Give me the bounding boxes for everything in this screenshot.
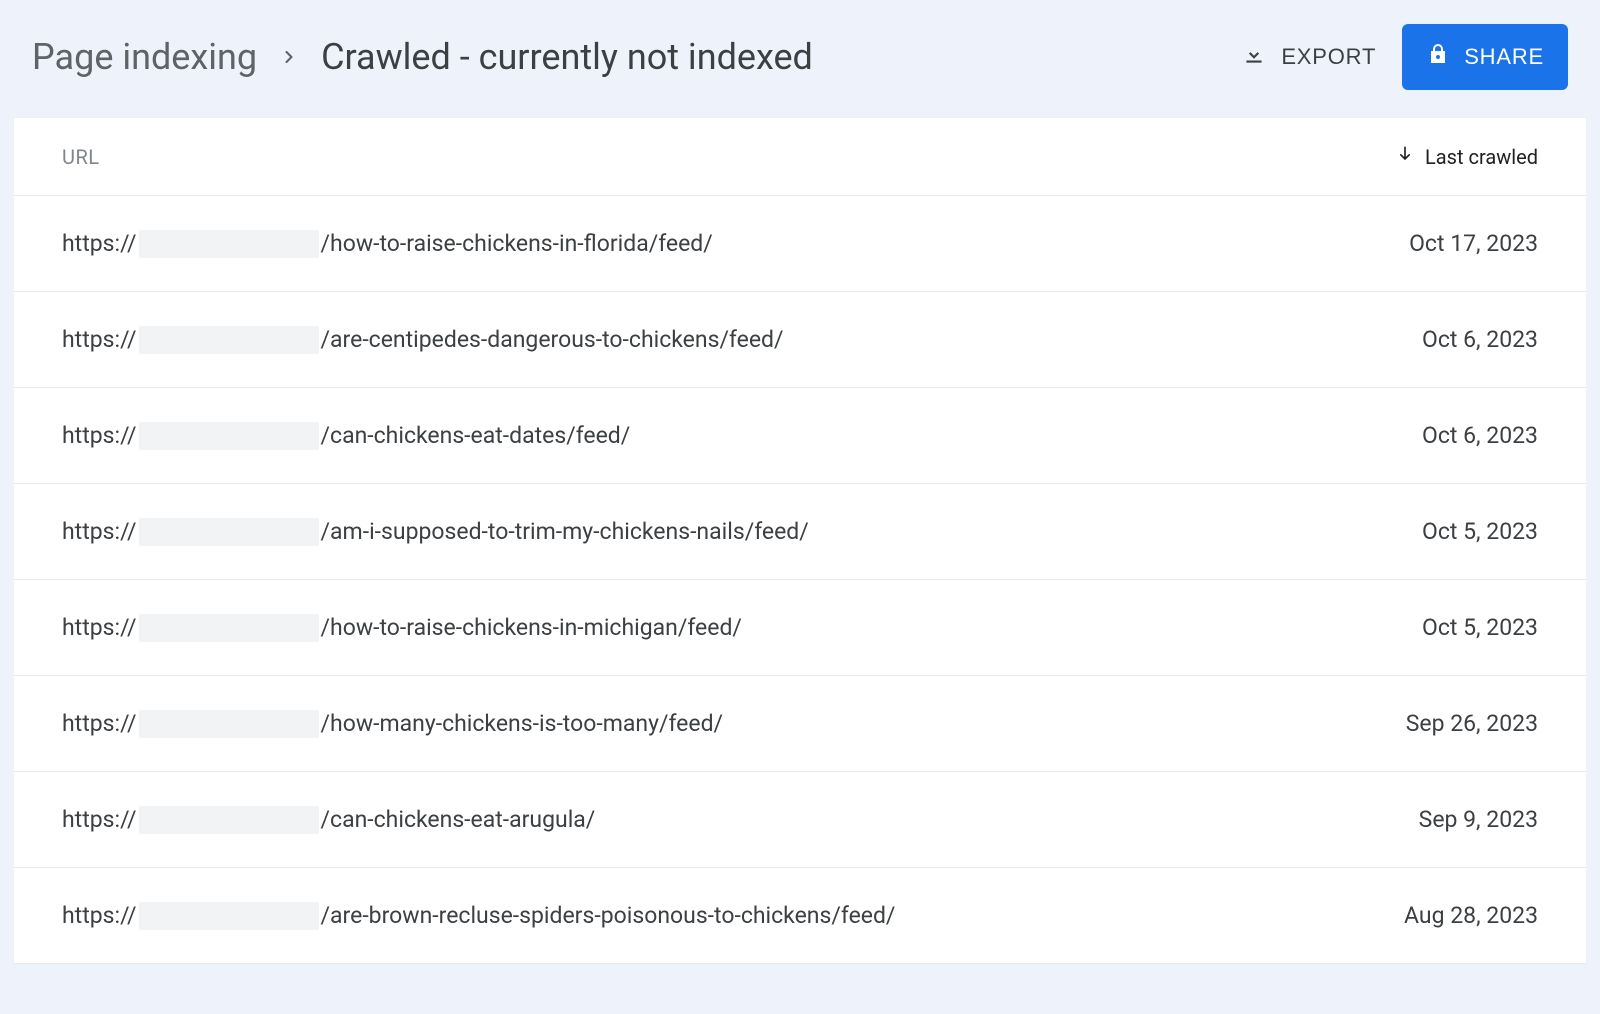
url-prefix: https:// bbox=[62, 806, 137, 833]
column-header-url[interactable]: URL bbox=[62, 145, 1395, 169]
table-row[interactable]: https:// /are-brown-recluse-spiders-poiso… bbox=[14, 868, 1586, 964]
table-row[interactable]: https:// /how-to-raise-chickens-in-michig… bbox=[14, 580, 1586, 676]
redacted-domain bbox=[139, 326, 319, 354]
url-prefix: https:// bbox=[62, 326, 137, 353]
last-crawled-cell: Sep 9, 2023 bbox=[1419, 806, 1538, 833]
share-button[interactable]: SHARE bbox=[1402, 24, 1568, 90]
table-row[interactable]: https:// /can-chickens-eat-dates/feed/Oct… bbox=[14, 388, 1586, 484]
redacted-domain bbox=[139, 902, 319, 930]
table-row[interactable]: https:// /am-i-supposed-to-trim-my-chicke… bbox=[14, 484, 1586, 580]
table-row[interactable]: https:// /can-chickens-eat-arugula/Sep 9,… bbox=[14, 772, 1586, 868]
url-path: /can-chickens-eat-dates/feed/ bbox=[321, 422, 631, 449]
last-crawled-cell: Oct 5, 2023 bbox=[1422, 614, 1538, 641]
last-crawled-cell: Oct 5, 2023 bbox=[1422, 518, 1538, 545]
share-label: SHARE bbox=[1464, 44, 1544, 70]
url-prefix: https:// bbox=[62, 230, 137, 257]
table-body: https:// /how-to-raise-chickens-in-florid… bbox=[14, 196, 1586, 964]
redacted-domain bbox=[139, 710, 319, 738]
url-cell: https:// /can-chickens-eat-dates/feed/ bbox=[62, 422, 1422, 450]
chevron-right-icon bbox=[279, 43, 299, 71]
redacted-domain bbox=[139, 518, 319, 546]
redacted-domain bbox=[139, 230, 319, 258]
url-prefix: https:// bbox=[62, 710, 137, 737]
url-cell: https:// /are-brown-recluse-spiders-poiso… bbox=[62, 902, 1404, 930]
last-crawled-cell: Aug 28, 2023 bbox=[1404, 902, 1538, 929]
lock-icon bbox=[1426, 42, 1450, 72]
sort-descending-icon bbox=[1395, 144, 1415, 169]
table-row[interactable]: https:// /how-many-chickens-is-too-many/f… bbox=[14, 676, 1586, 772]
url-path: /are-centipedes-dangerous-to-chickens/fe… bbox=[321, 326, 784, 353]
url-path: /how-many-chickens-is-too-many/feed/ bbox=[321, 710, 723, 737]
last-crawled-cell: Oct 6, 2023 bbox=[1422, 422, 1538, 449]
column-header-last-crawled[interactable]: Last crawled bbox=[1395, 144, 1538, 169]
url-cell: https:// /how-many-chickens-is-too-many/f… bbox=[62, 710, 1406, 738]
url-path: /can-chickens-eat-arugula/ bbox=[321, 806, 596, 833]
url-cell: https:// /are-centipedes-dangerous-to-chi… bbox=[62, 326, 1422, 354]
last-crawled-cell: Oct 17, 2023 bbox=[1409, 230, 1538, 257]
url-cell: https:// /how-to-raise-chickens-in-michig… bbox=[62, 614, 1422, 642]
column-header-last-crawled-label: Last crawled bbox=[1425, 145, 1538, 169]
url-path: /are-brown-recluse-spiders-poisonous-to-… bbox=[321, 902, 896, 929]
redacted-domain bbox=[139, 422, 319, 450]
url-cell: https:// /am-i-supposed-to-trim-my-chicke… bbox=[62, 518, 1422, 546]
table-row[interactable]: https:// /are-centipedes-dangerous-to-chi… bbox=[14, 292, 1586, 388]
url-path: /how-to-raise-chickens-in-michigan/feed/ bbox=[321, 614, 742, 641]
url-prefix: https:// bbox=[62, 518, 137, 545]
page-header: Page indexing Crawled - currently not in… bbox=[0, 0, 1600, 118]
redacted-domain bbox=[139, 806, 319, 834]
breadcrumb-parent[interactable]: Page indexing bbox=[32, 36, 257, 78]
table-header-row: URL Last crawled bbox=[14, 118, 1586, 196]
url-cell: https:// /can-chickens-eat-arugula/ bbox=[62, 806, 1419, 834]
redacted-domain bbox=[139, 614, 319, 642]
export-label: EXPORT bbox=[1281, 44, 1376, 70]
url-prefix: https:// bbox=[62, 902, 137, 929]
url-table: URL Last crawled https:// /how-to-raise-c… bbox=[14, 118, 1586, 964]
url-path: /am-i-supposed-to-trim-my-chickens-nails… bbox=[321, 518, 809, 545]
export-button[interactable]: EXPORT bbox=[1237, 33, 1380, 81]
url-prefix: https:// bbox=[62, 422, 137, 449]
download-icon bbox=[1241, 41, 1267, 73]
last-crawled-cell: Sep 26, 2023 bbox=[1406, 710, 1538, 737]
table-row[interactable]: https:// /how-to-raise-chickens-in-florid… bbox=[14, 196, 1586, 292]
last-crawled-cell: Oct 6, 2023 bbox=[1422, 326, 1538, 353]
url-path: /how-to-raise-chickens-in-florida/feed/ bbox=[321, 230, 713, 257]
url-cell: https:// /how-to-raise-chickens-in-florid… bbox=[62, 230, 1409, 258]
breadcrumb-current: Crawled - currently not indexed bbox=[321, 36, 813, 78]
header-actions: EXPORT SHARE bbox=[1237, 24, 1568, 90]
breadcrumb: Page indexing Crawled - currently not in… bbox=[32, 36, 1219, 78]
url-prefix: https:// bbox=[62, 614, 137, 641]
